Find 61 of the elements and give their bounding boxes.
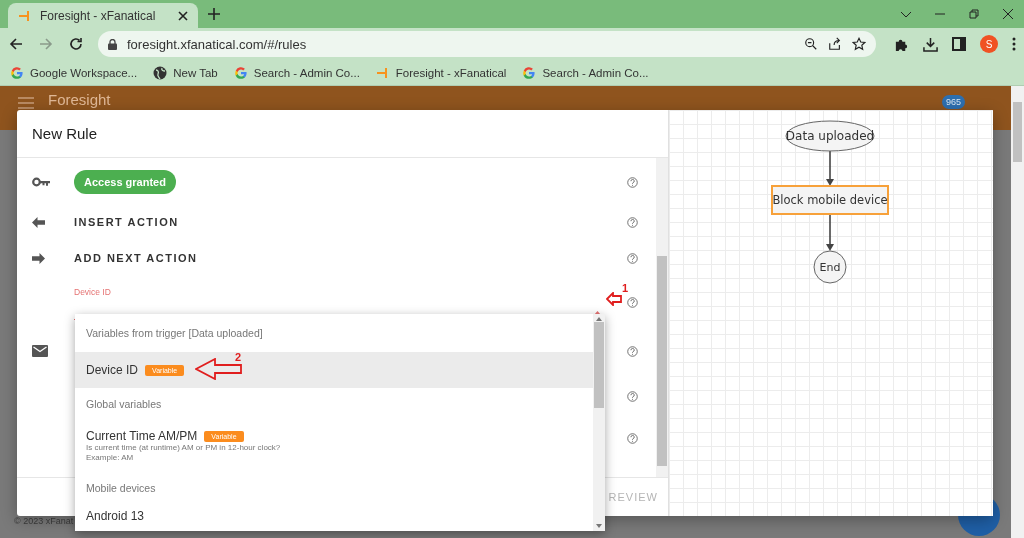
status-chip: Access granted xyxy=(74,170,176,194)
google-icon xyxy=(522,65,537,80)
app-title: Foresight xyxy=(48,91,111,108)
address-bar[interactable]: foresight.xfanatical.com/#/rules xyxy=(98,31,876,57)
bookmark-link[interactable]: Foresight - xFanatical xyxy=(375,65,507,80)
browser-tab[interactable]: Foresight - xFanatical xyxy=(8,3,198,28)
key-icon xyxy=(32,177,50,187)
logo-icon xyxy=(18,8,32,23)
share-icon[interactable] xyxy=(828,37,842,51)
start-node: Data uploaded xyxy=(785,120,875,152)
star-icon[interactable] xyxy=(852,37,866,51)
bookmark-link[interactable]: Search - Admin Co... xyxy=(233,65,360,80)
back-icon[interactable] xyxy=(8,36,24,52)
connector-arrow xyxy=(826,150,834,186)
dialog-title: New Rule xyxy=(17,110,668,158)
end-node: End xyxy=(813,250,847,284)
close-icon[interactable] xyxy=(178,10,188,21)
help-icon[interactable] xyxy=(627,390,638,402)
action-button[interactable]: INSERT ACTION xyxy=(74,216,179,228)
help-icon[interactable] xyxy=(627,216,638,228)
arrow-left-icon xyxy=(32,216,45,228)
group-header: Mobile devices xyxy=(85,481,157,496)
notification-badge: 965 xyxy=(942,95,966,109)
bookmark-link[interactable]: Search - Admin Co... xyxy=(522,65,649,80)
menu-icon[interactable] xyxy=(1012,37,1016,51)
group-header: Global variables xyxy=(85,397,163,412)
globe-icon xyxy=(153,65,168,80)
field-label: Device ID xyxy=(74,285,112,297)
help-icon[interactable] xyxy=(627,296,638,308)
google-icon xyxy=(10,65,24,80)
annotation-number: 1 xyxy=(622,283,629,294)
mail-icon xyxy=(32,345,48,357)
close-icon[interactable] xyxy=(1002,8,1014,20)
restore-icon[interactable] xyxy=(968,8,980,20)
lock-icon xyxy=(108,38,117,50)
help-icon[interactable] xyxy=(627,345,638,357)
download-icon[interactable] xyxy=(923,36,938,52)
google-icon xyxy=(233,65,248,80)
help-icon[interactable] xyxy=(627,252,638,264)
connector-arrow xyxy=(826,213,834,251)
profile-avatar[interactable]: S xyxy=(980,35,998,53)
help-icon[interactable] xyxy=(627,176,638,188)
sidebar-icon[interactable] xyxy=(952,37,966,51)
forward-icon[interactable] xyxy=(38,36,54,52)
action-node: Block mobile device xyxy=(771,185,889,215)
annotation-number: 2 xyxy=(235,352,242,363)
new-tab-icon[interactable] xyxy=(208,8,220,20)
arrow-right-icon xyxy=(32,252,45,264)
action-button[interactable]: ADD NEXT ACTION xyxy=(74,252,198,264)
group-header: Variables from trigger [Data uploaded] xyxy=(85,326,264,341)
scrollbar[interactable] xyxy=(656,158,668,477)
dropdown-scrollbar[interactable] xyxy=(593,314,605,531)
reload-icon[interactable] xyxy=(68,36,84,52)
bookmark-link[interactable]: Google Workspace... xyxy=(10,65,138,80)
annotation-arrow-icon xyxy=(606,292,622,306)
zoom-icon[interactable] xyxy=(804,37,818,51)
page-scrollbar[interactable] xyxy=(1011,86,1024,538)
scroll-down-icon[interactable] xyxy=(596,524,602,528)
help-icon[interactable] xyxy=(627,432,638,444)
bookmark-link[interactable]: New Tab xyxy=(153,65,218,80)
logo-icon xyxy=(375,65,390,80)
